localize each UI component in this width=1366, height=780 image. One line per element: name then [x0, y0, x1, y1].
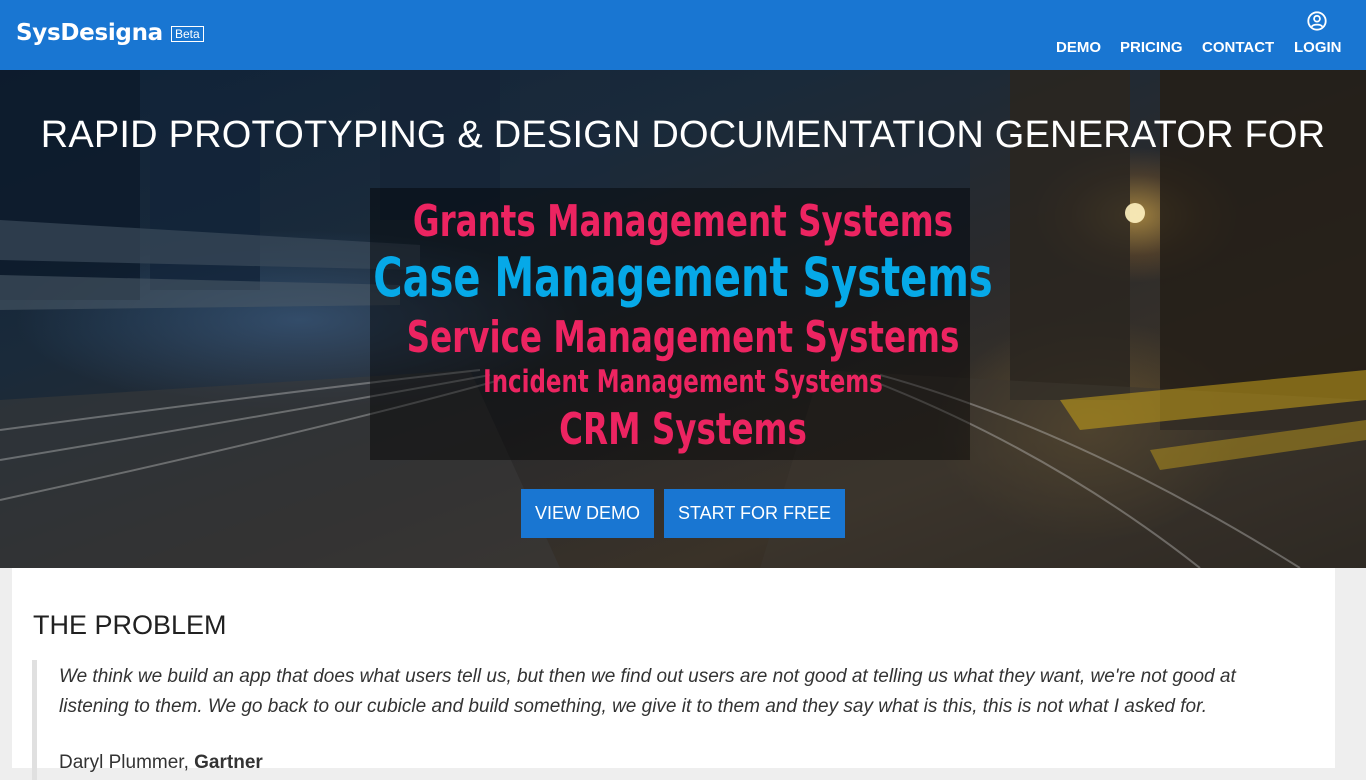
- system-item-service: Service Management Systems: [406, 312, 960, 363]
- system-item-incident: Incident Management Systems: [483, 364, 883, 400]
- system-item-case: Case Management Systems: [373, 246, 993, 309]
- nav-demo-link[interactable]: DEMO: [1056, 39, 1101, 57]
- start-for-free-button[interactable]: START FOR FREE: [664, 489, 845, 538]
- nav-pricing-link[interactable]: PRICING: [1120, 39, 1183, 57]
- section-title: THE PROBLEM: [33, 610, 227, 640]
- quote-author: Daryl Plummer, Gartner: [59, 752, 263, 774]
- system-item-grants: Grants Management Systems: [412, 196, 954, 247]
- beta-badge: Beta: [171, 26, 204, 42]
- quote-text: We think we build an app that does what …: [59, 666, 1236, 717]
- quote-author-name: Daryl Plummer,: [59, 752, 189, 773]
- testimonial-quote: We think we build an app that does what …: [32, 660, 1302, 780]
- account-circle-icon[interactable]: [1306, 10, 1328, 32]
- hero-section: RAPID PROTOTYPING & DESIGN DOCUMENTATION…: [0, 70, 1366, 568]
- quote-author-organization: Gartner: [194, 752, 263, 773]
- top-app-bar: SysDesigna Beta DEMO PRICING CONTACT LOG…: [0, 0, 1366, 70]
- nav-contact-link[interactable]: CONTACT: [1202, 39, 1274, 57]
- problem-card: THE PROBLEM We think we build an app tha…: [12, 568, 1335, 780]
- nav-login-link[interactable]: LOGIN: [1294, 39, 1342, 57]
- system-item-crm: CRM Systems: [559, 404, 807, 455]
- hero-title: RAPID PROTOTYPING & DESIGN DOCUMENTATION…: [40, 114, 1326, 156]
- brand-logo-link[interactable]: SysDesigna: [16, 20, 163, 46]
- view-demo-button[interactable]: VIEW DEMO: [521, 489, 654, 538]
